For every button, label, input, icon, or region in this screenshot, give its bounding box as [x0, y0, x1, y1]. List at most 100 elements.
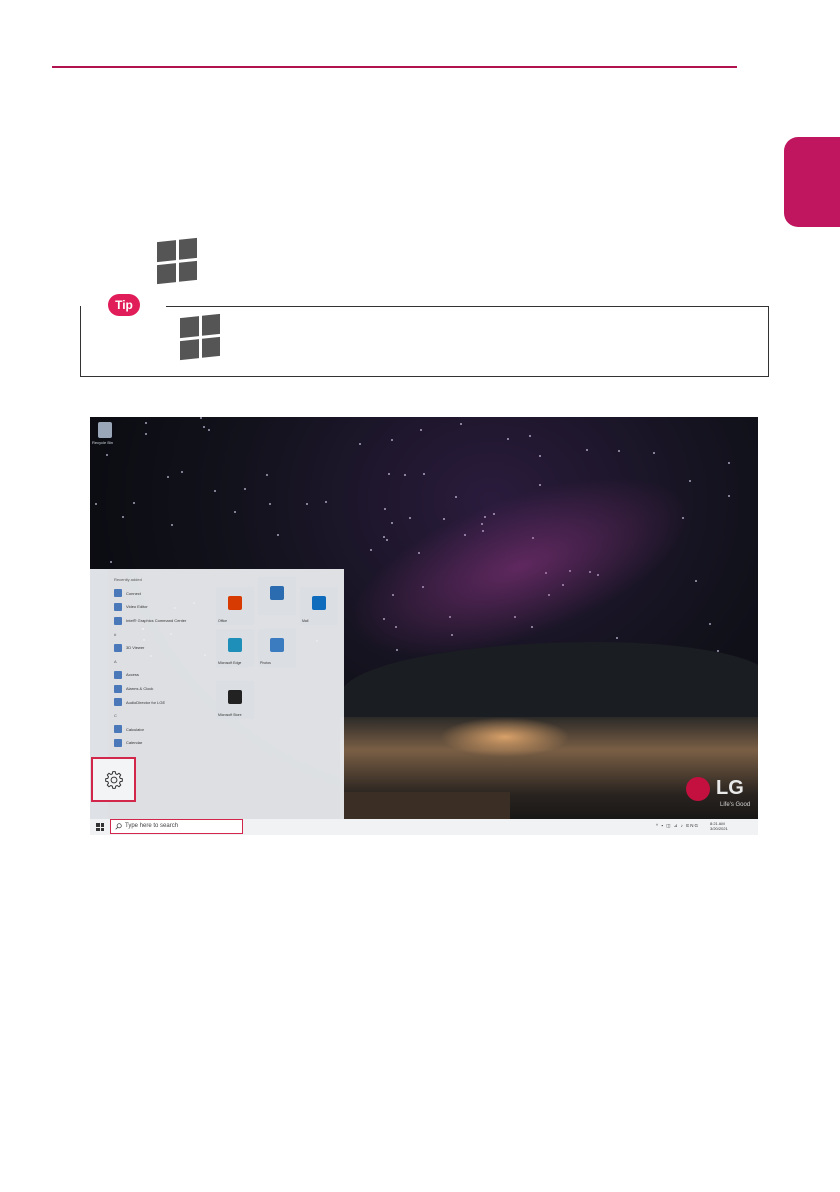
app-label: Access: [126, 672, 139, 678]
star: [423, 473, 426, 476]
app-label: C: [114, 713, 117, 719]
app-list-header: #: [114, 627, 214, 641]
star: [132, 502, 135, 505]
star: [387, 472, 390, 475]
clock[interactable]: 8:21 AM 3/20/2021: [710, 821, 728, 831]
star: [695, 579, 698, 582]
star: [391, 522, 394, 525]
recycle-bin-label: Recycle Bin: [92, 440, 114, 445]
taskbar: Type here to search ^ ▪ ◫ ⊿ ♪ ENG 8:21 A…: [90, 819, 758, 835]
star: [180, 470, 183, 473]
app-icon: [114, 602, 122, 611]
star: [506, 437, 509, 440]
sunset-glow: [440, 717, 570, 757]
app-list-item[interactable]: 3D Viewer: [114, 641, 214, 655]
star: [268, 503, 271, 506]
clock-date: 3/20/2021: [710, 826, 728, 831]
star: [202, 425, 205, 428]
star: [276, 534, 279, 537]
app-label: A: [114, 658, 117, 664]
app-list-item[interactable]: Intel® Graphics Command Center: [114, 614, 214, 628]
star: [214, 489, 217, 492]
start-tile[interactable]: Mail: [300, 587, 338, 625]
start-button-icon[interactable]: [96, 823, 104, 831]
app-list-header: C: [114, 709, 214, 723]
app-label: Calculator: [126, 726, 145, 732]
star: [306, 502, 309, 505]
star: [382, 535, 385, 538]
tile-label: Microsoft Store: [218, 713, 242, 717]
start-tile[interactable]: Microsoft Store: [216, 681, 254, 719]
star: [420, 429, 422, 432]
tile-icon: [228, 596, 242, 610]
star: [404, 473, 407, 476]
app-list-item[interactable]: AudioDirector for LGE: [114, 695, 214, 709]
header-rule: [52, 66, 737, 68]
star: [167, 475, 170, 478]
start-tile[interactable]: Microsoft Edge: [216, 629, 254, 667]
search-icon: [115, 823, 122, 830]
app-icon: [114, 684, 122, 693]
recycle-bin-icon[interactable]: [98, 422, 112, 438]
star: [145, 433, 148, 436]
app-list: Recently added Connect Video Editor Intel® …: [114, 573, 214, 750]
app-list-header: Recently added: [114, 573, 214, 587]
windows-logo-icon: [157, 237, 197, 285]
start-tile[interactable]: Office: [216, 587, 254, 625]
app-icon: [114, 589, 122, 598]
app-list-header: A: [114, 655, 214, 669]
star: [409, 516, 412, 519]
tile-icon: [270, 638, 284, 652]
tile-label: Microsoft Edge: [218, 661, 242, 665]
app-list-item[interactable]: Connect: [114, 587, 214, 601]
app-list-item[interactable]: Alarms & Clock: [114, 682, 214, 696]
star: [709, 623, 712, 626]
star: [243, 488, 246, 491]
star: [121, 515, 124, 518]
star: [586, 448, 589, 451]
star: [615, 636, 618, 639]
star: [199, 417, 202, 420]
star: [383, 507, 386, 510]
tile-icon: [228, 638, 242, 652]
star: [109, 561, 112, 564]
app-list-item[interactable]: Calendar: [114, 736, 214, 750]
app-list-item[interactable]: Video Editor: [114, 600, 214, 614]
system-tray[interactable]: ^ ▪ ◫ ⊿ ♪ ENG: [656, 823, 699, 829]
tip-badge: Tip: [108, 294, 140, 316]
app-icon: [114, 698, 122, 707]
taskbar-search-input[interactable]: Type here to search: [110, 819, 243, 834]
settings-button[interactable]: [91, 757, 136, 802]
star: [106, 454, 109, 457]
tile-label: Mail: [302, 619, 309, 623]
app-label: Calendar: [126, 740, 143, 746]
desktop-screenshot: Recycle Bin LG Life's Good Recently adde…: [90, 417, 758, 835]
star: [460, 422, 463, 425]
brand-tagline: Life's Good: [720, 802, 751, 808]
app-label: Alarms & Clock: [126, 686, 154, 692]
star: [529, 435, 532, 438]
app-icon: [114, 725, 122, 734]
app-label: Intel® Graphics Command Center: [126, 618, 187, 624]
star: [266, 473, 269, 476]
star: [233, 511, 236, 514]
lg-logo-icon: [686, 777, 710, 801]
star: [728, 494, 731, 497]
star: [207, 429, 210, 432]
pier: [340, 792, 510, 822]
star: [455, 496, 458, 499]
tile-icon: [228, 690, 242, 704]
search-placeholder: Type here to search: [125, 823, 179, 829]
tile-icon: [312, 596, 326, 610]
app-icon: [114, 738, 122, 747]
tile-label: Office: [218, 619, 228, 623]
app-list-item[interactable]: Access: [114, 668, 214, 682]
star: [324, 501, 327, 503]
app-list-item[interactable]: Calculator: [114, 723, 214, 737]
star: [170, 523, 173, 526]
start-tile[interactable]: [258, 577, 296, 615]
app-label: Recently added: [114, 577, 142, 583]
tile-label: Photos: [260, 661, 271, 665]
app-label: Video Editor: [126, 604, 148, 610]
start-tile[interactable]: Photos: [258, 629, 296, 667]
